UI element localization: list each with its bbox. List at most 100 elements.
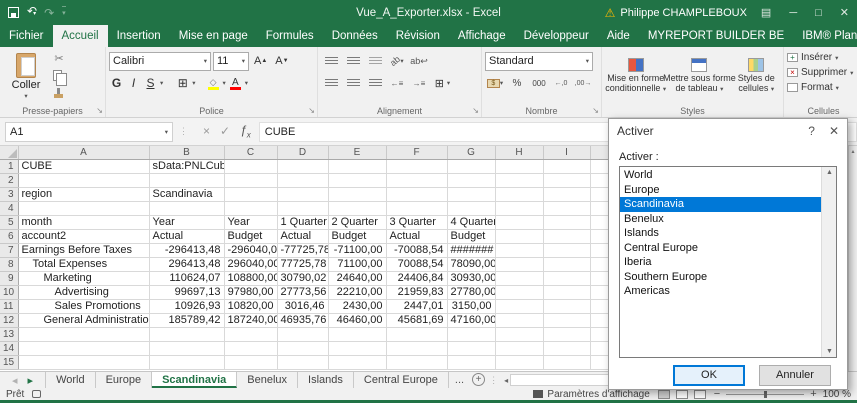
cell-D13[interactable] [277, 327, 329, 342]
cell-A11[interactable]: Sales Promotions [18, 299, 150, 314]
cell-H3[interactable] [495, 187, 544, 202]
cell-E1[interactable] [328, 159, 387, 174]
cell-C7[interactable]: -296040,00 [224, 243, 278, 258]
cell-B3[interactable]: Scandinavia [149, 187, 225, 202]
cell-E5[interactable]: 2 Quarter [328, 215, 387, 230]
cell-E9[interactable]: 24640,00 [328, 271, 387, 286]
column-header-A[interactable]: A [18, 146, 150, 160]
cell-D11[interactable]: 3016,46 [277, 299, 329, 314]
align-left-icon[interactable] [321, 75, 341, 92]
cell-I3[interactable] [543, 187, 591, 202]
number-dialog-launcher[interactable]: ↘ [592, 107, 599, 115]
list-item-americas[interactable]: Americas [620, 284, 821, 299]
cell-I4[interactable] [543, 201, 591, 216]
cell-A10[interactable]: Advertising [18, 285, 150, 300]
ribbon-tab-myreport-builder-be[interactable]: MYREPORT BUILDER BE [639, 25, 793, 47]
cell-H12[interactable] [495, 313, 544, 328]
cell-B2[interactable] [149, 173, 225, 188]
font-color-dropdown-icon[interactable]: ▾ [245, 79, 248, 87]
column-header-F[interactable]: F [386, 146, 448, 160]
cell-C1[interactable] [224, 159, 278, 174]
ribbon-tab-affichage[interactable]: Affichage [449, 25, 515, 47]
row-header-11[interactable]: 11 [0, 299, 19, 314]
increase-font-icon[interactable]: A ▲ [251, 52, 270, 71]
cell-G10[interactable]: 27780,00 [447, 285, 496, 300]
cell-H11[interactable] [495, 299, 544, 314]
cell-G14[interactable] [447, 341, 496, 356]
cell-C10[interactable]: 97980,00 [224, 285, 278, 300]
cell-E14[interactable] [328, 341, 387, 356]
cell-F6[interactable]: Actual [386, 229, 448, 244]
cell-A3[interactable]: region [18, 187, 150, 202]
cell-D1[interactable] [277, 159, 329, 174]
cell-H14[interactable] [495, 341, 544, 356]
ribbon-tab-fichier[interactable]: Fichier [0, 25, 53, 47]
cell-F3[interactable] [386, 187, 448, 202]
cell-C13[interactable] [224, 327, 278, 342]
cell-I9[interactable] [543, 271, 591, 286]
row-header-13[interactable]: 13 [0, 327, 19, 342]
cell-C12[interactable]: 187240,00 [224, 313, 278, 328]
cell-B11[interactable]: 10926,93 [149, 299, 225, 314]
underline-dropdown-icon[interactable]: ▾ [160, 79, 163, 87]
listbox-scroll-up-icon[interactable]: ▲ [822, 169, 836, 176]
display-settings-button[interactable]: Paramètres d'affichage [533, 389, 650, 400]
cell-G6[interactable]: Budget [447, 229, 496, 244]
cell-I14[interactable] [543, 341, 591, 356]
ribbon-tab-d-veloppeur[interactable]: Développeur [515, 25, 598, 47]
row-header-3[interactable]: 3 [0, 187, 19, 202]
cell-D12[interactable]: 46935,76 [277, 313, 329, 328]
cell-F14[interactable] [386, 341, 448, 356]
row-header-5[interactable]: 5 [0, 215, 19, 230]
view-page-layout-icon[interactable] [675, 389, 688, 399]
list-item-iberia[interactable]: Iberia [620, 255, 821, 270]
font-dialog-launcher[interactable]: ↘ [308, 107, 315, 115]
row-header-1[interactable]: 1 [0, 159, 19, 174]
row-header-9[interactable]: 9 [0, 271, 19, 286]
sheet-nav-left-icon[interactable]: ◂ [12, 374, 18, 387]
cell-G9[interactable]: 30930,00 [447, 271, 496, 286]
cell-F7[interactable]: -70088,54 [386, 243, 448, 258]
font-size-select[interactable]: 11 ▾ [213, 51, 249, 71]
cell-G11[interactable]: 3150,00 [447, 299, 496, 314]
cell-I1[interactable] [543, 159, 591, 174]
number-format-select[interactable]: Standard ▾ [485, 51, 593, 71]
cell-A8[interactable]: Total Expenses [18, 257, 150, 272]
sheet-tab-islands[interactable]: Islands [298, 372, 354, 388]
row-header-10[interactable]: 10 [0, 285, 19, 300]
cell-C9[interactable]: 108800,00 [224, 271, 278, 286]
column-header-D[interactable]: D [277, 146, 329, 160]
column-header-C[interactable]: C [224, 146, 278, 160]
format-painter-button[interactable] [49, 84, 69, 101]
cell-D5[interactable]: 1 Quarter [277, 215, 329, 230]
cell-G7[interactable]: ####### [447, 243, 496, 258]
view-normal-icon[interactable] [657, 389, 670, 399]
column-header-B[interactable]: B [149, 146, 225, 160]
cell-F11[interactable]: 2447,01 [386, 299, 448, 314]
cell-D6[interactable]: Actual [277, 229, 329, 244]
cell-A15[interactable] [18, 355, 150, 370]
fill-color-dropdown-icon[interactable]: ▾ [223, 79, 226, 87]
confirm-entry-icon[interactable]: ✓ [220, 124, 230, 138]
cell-I12[interactable] [543, 313, 591, 328]
cell-A1[interactable]: CUBE [18, 159, 150, 174]
user-account[interactable]: ⚠ Philippe CHAMPLEBOUX [605, 6, 747, 20]
merge-center-button[interactable]: ⊞ ▾ [431, 75, 451, 92]
cell-F5[interactable]: 3 Quarter [386, 215, 448, 230]
cell-A2[interactable] [18, 173, 150, 188]
dialog-close-icon[interactable]: ✕ [829, 124, 839, 138]
cell-F2[interactable] [386, 173, 448, 188]
align-bottom-icon[interactable] [365, 53, 385, 70]
ribbon-tab-formules[interactable]: Formules [257, 25, 323, 47]
vertical-scrollbar[interactable]: ▴ [848, 146, 857, 371]
dialog-help-icon[interactable]: ? [808, 124, 815, 138]
cell-I6[interactable] [543, 229, 591, 244]
cell-C5[interactable]: Year [224, 215, 278, 230]
cell-A5[interactable]: month [18, 215, 150, 230]
zoom-slider[interactable] [726, 390, 805, 398]
ribbon-tab-aide[interactable]: Aide [598, 25, 639, 47]
column-header-E[interactable]: E [328, 146, 387, 160]
cell-I2[interactable] [543, 173, 591, 188]
cell-G3[interactable] [447, 187, 496, 202]
cell-H8[interactable] [495, 257, 544, 272]
